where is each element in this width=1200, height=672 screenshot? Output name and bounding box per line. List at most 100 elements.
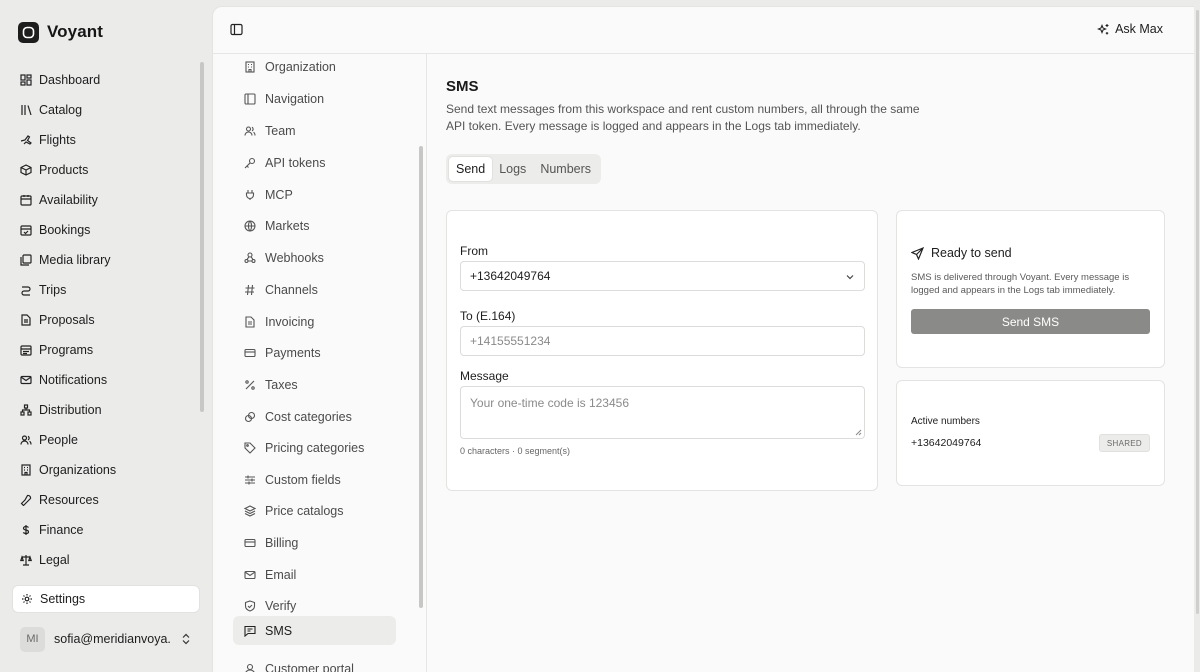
settings-item-cost-categories[interactable]: Cost categories: [233, 402, 396, 431]
settings-item-label: SMS: [265, 623, 293, 638]
settings-item-channels[interactable]: Channels: [233, 275, 396, 304]
credit-card-icon: [243, 536, 257, 550]
scale-icon: [19, 554, 32, 567]
send-sms-button[interactable]: Send SMS: [911, 309, 1150, 334]
sidebar-item-flights[interactable]: Flights: [12, 125, 200, 155]
from-value: +13642049764: [470, 269, 551, 283]
sidebar-item-label: People: [39, 433, 78, 447]
settings-item-label: Invoicing: [265, 314, 315, 329]
resize-handle-icon[interactable]: [855, 429, 862, 436]
active-numbers-title: Active numbers: [911, 416, 980, 427]
settings-nav-scrollbar[interactable]: [419, 146, 423, 608]
active-number: +13642049764: [911, 437, 982, 449]
settings-item-organization[interactable]: Organization: [233, 52, 396, 81]
sidebar-item-trips[interactable]: Trips: [12, 275, 200, 305]
ready-heading: Ready to send: [911, 246, 1012, 260]
calendar-range-icon: [19, 344, 32, 357]
ready-title: Ready to send: [931, 246, 1012, 260]
sidebar-item-label: Availability: [39, 193, 98, 207]
settings-item-team[interactable]: Team: [233, 116, 396, 145]
file-text-icon: [19, 314, 32, 327]
sidebar-item-products[interactable]: Products: [12, 155, 200, 185]
settings-item-markets[interactable]: Markets: [233, 211, 396, 240]
settings-item-price-catalogs[interactable]: Price catalogs: [233, 496, 396, 525]
settings-item-label: API tokens: [265, 155, 326, 170]
to-input[interactable]: +14155551234: [460, 326, 865, 356]
sidebar-item-label: Dashboard: [39, 73, 101, 87]
file-text-icon: [243, 315, 257, 329]
calendar-icon: [19, 194, 32, 207]
route-icon: [19, 284, 32, 297]
sidebar-item-dashboard[interactable]: Dashboard: [12, 65, 200, 95]
sidebar-item-catalog[interactable]: Catalog: [12, 95, 200, 125]
package-icon: [19, 164, 32, 177]
settings-item-custom-fields[interactable]: Custom fields: [233, 465, 396, 494]
sidebar-item-programs[interactable]: Programs: [12, 335, 200, 365]
sidebar-item-legal[interactable]: Legal: [12, 545, 200, 575]
settings-item-email[interactable]: Email: [233, 560, 396, 589]
settings-item-billing[interactable]: Billing: [233, 528, 396, 557]
brand[interactable]: Voyant: [18, 21, 103, 43]
active-numbers-card: Active numbers +13642049764 SHARED: [896, 380, 1165, 486]
tab-logs[interactable]: Logs: [492, 157, 533, 181]
settings-item-customer-portal[interactable]: Customer portal: [233, 654, 396, 672]
sidebar-item-people[interactable]: People: [12, 425, 200, 455]
tab-numbers[interactable]: Numbers: [533, 157, 598, 181]
status-badge: SHARED: [1098, 434, 1150, 452]
ask-max-button[interactable]: Ask Max: [1097, 22, 1163, 36]
sidebar-item-label: Proposals: [39, 313, 95, 327]
user-menu[interactable]: MI sofia@meridianvoya...: [20, 625, 192, 653]
settings-item-mcp[interactable]: MCP: [233, 180, 396, 209]
credit-card-icon: [243, 346, 257, 360]
layers-icon: [243, 504, 257, 518]
tab-send[interactable]: Send: [449, 157, 493, 181]
settings-item-sms[interactable]: SMS: [233, 616, 396, 645]
message-textarea[interactable]: Your one-time code is 123456: [460, 386, 865, 439]
settings-item-pricing-categories[interactable]: Pricing categories: [233, 433, 396, 462]
settings-item-label: Webhooks: [265, 250, 324, 265]
sidebar-item-notifications[interactable]: Notifications: [12, 365, 200, 395]
chevron-down-icon: [845, 272, 855, 282]
from-select[interactable]: +13642049764: [460, 261, 865, 291]
wrench-icon: [19, 494, 32, 507]
sidebar-item-media-library[interactable]: Media library: [12, 245, 200, 275]
settings-item-invoicing[interactable]: Invoicing: [233, 307, 396, 336]
dollar-icon: [19, 524, 32, 537]
hash-icon: [243, 283, 257, 297]
settings-item-api-tokens[interactable]: API tokens: [233, 148, 396, 177]
sidebar-toggle-icon[interactable]: [230, 23, 244, 37]
page-scrollbar[interactable]: [1196, 10, 1199, 614]
sidebar-item-distribution[interactable]: Distribution: [12, 395, 200, 425]
mail-icon: [243, 568, 257, 582]
sidebar-item-bookings[interactable]: Bookings: [12, 215, 200, 245]
key-icon: [243, 156, 257, 170]
settings-item-label: Cost categories: [265, 409, 352, 424]
mail-icon: [19, 374, 32, 387]
sidebar-item-availability[interactable]: Availability: [12, 185, 200, 215]
dashboard-icon: [19, 74, 32, 87]
settings-item-webhooks[interactable]: Webhooks: [233, 243, 396, 272]
sidebar-item-finance[interactable]: Finance: [12, 515, 200, 545]
avatar: MI: [20, 626, 45, 652]
webhook-icon: [243, 251, 257, 265]
to-label: To (E.164): [460, 309, 516, 323]
sidebar-item-resources[interactable]: Resources: [12, 485, 200, 515]
sidebar-item-label: Finance: [39, 523, 84, 537]
page-title: SMS: [446, 78, 479, 95]
sidebar-scrollbar[interactable]: [200, 62, 204, 412]
sidebar-item-proposals[interactable]: Proposals: [12, 305, 200, 335]
settings-item-label: Price catalogs: [265, 503, 344, 518]
send-form-card: From +13642049764 To (E.164) +1415555123…: [446, 210, 878, 491]
sidebar-item-label: Products: [39, 163, 89, 177]
settings-item-label: Markets: [265, 218, 310, 233]
settings-item-navigation[interactable]: Navigation: [233, 84, 396, 113]
sidebar-item-label: Flights: [39, 133, 76, 147]
main-nav: Dashboard Catalog Flights Products Avail…: [12, 65, 200, 613]
sidebar-item-organizations[interactable]: Organizations: [12, 455, 200, 485]
to-placeholder: +14155551234: [470, 334, 551, 348]
sidebar-item-settings[interactable]: Settings: [12, 585, 200, 613]
settings-item-payments[interactable]: Payments: [233, 338, 396, 367]
sidebar-item-label: Catalog: [39, 103, 83, 117]
sidebar-item-label: Distribution: [39, 403, 102, 417]
settings-item-taxes[interactable]: Taxes: [233, 370, 396, 399]
